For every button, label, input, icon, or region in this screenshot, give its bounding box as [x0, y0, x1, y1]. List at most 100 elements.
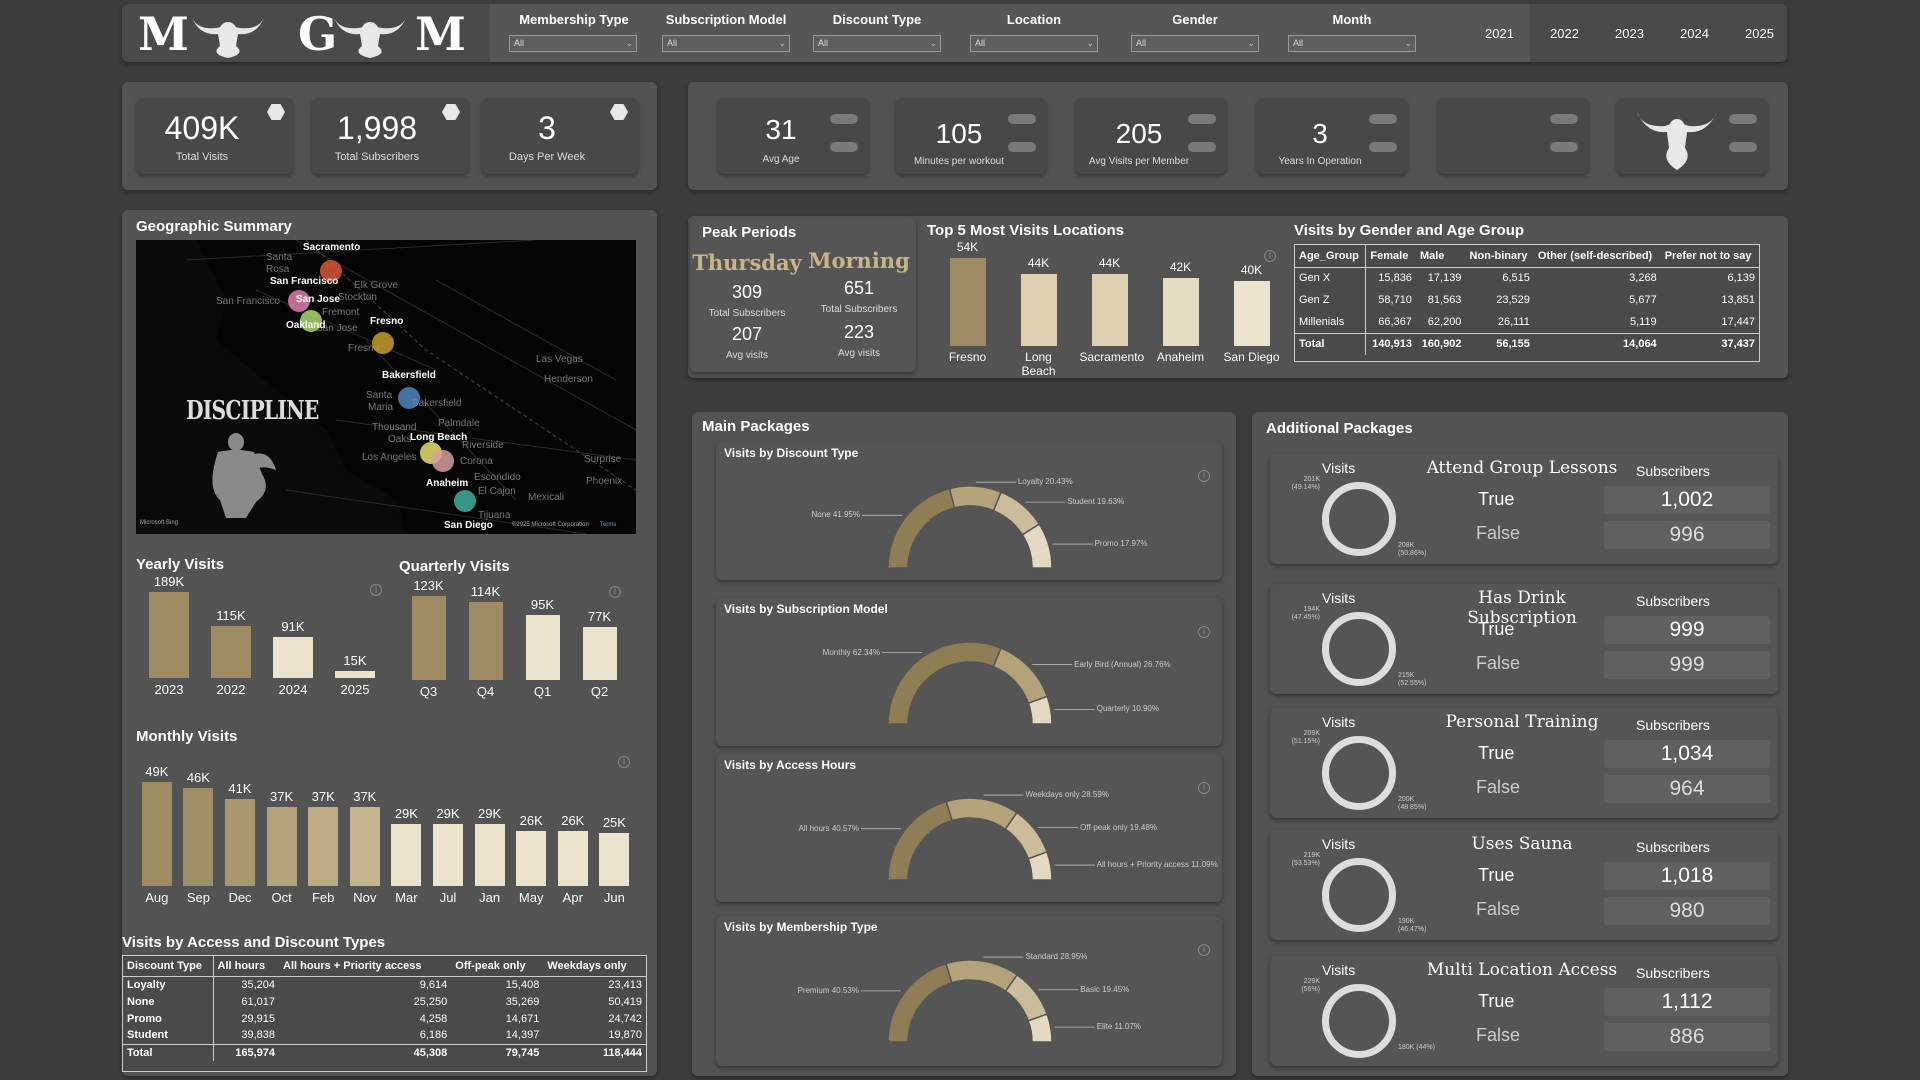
chart-bar[interactable]	[1162, 277, 1199, 346]
bar-data-label: 44K	[1027, 256, 1050, 271]
info-icon[interactable]: i	[1198, 782, 1210, 794]
visits-donut-chart[interactable]	[1322, 482, 1396, 556]
table-cell: 29,915	[241, 1012, 276, 1025]
donut-top-label: 219K (53.53%)	[1291, 852, 1320, 867]
chart-bar[interactable]	[433, 824, 463, 886]
chart-bar[interactable]	[949, 258, 986, 346]
map-point-anaheim[interactable]	[432, 450, 454, 472]
chart-bar[interactable]	[225, 798, 255, 886]
chart-bar[interactable]	[1233, 280, 1270, 346]
filter-dropdown[interactable]: All ⌄	[813, 35, 941, 52]
chart-bar[interactable]	[141, 782, 172, 886]
map-faint-label: Mexicali	[528, 492, 565, 503]
chart-bar[interactable]	[1020, 274, 1057, 346]
chart-bar[interactable]	[273, 636, 313, 678]
kpi-label: Avg Age	[762, 154, 800, 165]
table-cell: 160,902	[1421, 338, 1462, 351]
table-cell: 14,397	[505, 1029, 540, 1042]
bar-data-label: 123K	[413, 578, 444, 593]
peak-day-subs: 309	[731, 282, 763, 302]
table-row: Gen Z 58,710 81,563 23,529 5,677 13,851	[1295, 289, 1759, 311]
geo-map[interactable]: Santa Rosa Elk Grove San Francisco Stock…	[136, 240, 636, 534]
table-cell: 6,186	[419, 1029, 448, 1042]
yearly-title: Yearly Visits	[136, 556, 225, 573]
chevron-down-icon: ⌄	[625, 38, 633, 48]
visits-donut-chart[interactable]	[1322, 612, 1396, 686]
map-faint-label: Riverside	[462, 440, 504, 451]
gauge-card	[716, 598, 1222, 746]
table-cell: 23,529	[1496, 294, 1530, 306]
filter-dropdown[interactable]: All ⌄	[1288, 35, 1416, 52]
info-icon[interactable]: i	[1198, 944, 1210, 956]
logo: M G M	[130, 6, 480, 61]
map-faint-label: Santa	[266, 252, 293, 263]
map-point-bakersfield[interactable]	[398, 387, 420, 409]
gauge-segment-label: Monthly 62.34%	[822, 647, 881, 657]
filter-value: All	[667, 38, 678, 48]
package-title: Uses Sauna	[1471, 834, 1573, 854]
year-button-2021[interactable]: 2021	[1485, 26, 1514, 41]
top5-bar-chart: 54K Fresno 44K Long Beach 44K Sacramento 42K An…	[932, 240, 1282, 378]
filter-dropdown[interactable]: All ⌄	[509, 35, 637, 52]
table-row: None 61,017 25,250 35,269 50,419	[123, 993, 646, 1010]
chart-bar[interactable]	[211, 625, 251, 678]
gender-age-title: Visits by Gender and Age Group	[1294, 222, 1525, 239]
table-row: Loyalty 35,204 9,614 15,408 23,413	[123, 976, 646, 993]
chart-bar[interactable]	[308, 807, 339, 886]
map-point-san-diego[interactable]	[454, 490, 476, 512]
bar-category-label: San Diego	[1223, 350, 1280, 364]
table-cell: 45,308	[413, 1046, 448, 1059]
chart-bar[interactable]	[1091, 274, 1128, 346]
visits-donut-chart[interactable]	[1322, 984, 1396, 1058]
info-icon[interactable]: i	[1198, 470, 1210, 482]
chart-bar[interactable]	[183, 788, 214, 886]
true-label: True	[1478, 619, 1515, 639]
chart-bar[interactable]	[349, 807, 380, 886]
table-cell: 15,408	[505, 978, 540, 991]
map-city-label: Oakland	[286, 320, 326, 331]
chart-bar[interactable]	[525, 615, 560, 680]
filter-value: All	[1293, 38, 1304, 48]
chart-bar[interactable]	[391, 824, 422, 886]
kpi-label: Years In Operation	[1278, 156, 1362, 167]
map-terms-link[interactable]: Terms	[600, 522, 616, 528]
filter-dropdown[interactable]: All ⌄	[1131, 35, 1259, 52]
false-label: False	[1476, 899, 1521, 919]
chevron-down-icon: ⌄	[778, 38, 786, 48]
package-title: Has Drink Subscription	[1467, 588, 1577, 628]
chart-bar[interactable]	[516, 830, 547, 886]
map-faint-label: Escondido	[474, 472, 521, 483]
filter-dropdown[interactable]: All ⌄	[662, 35, 790, 52]
chart-bar[interactable]	[582, 627, 617, 680]
chart-bar[interactable]	[149, 592, 189, 678]
filter-label: Membership Type	[519, 12, 629, 27]
visits-label: Visits	[1322, 590, 1356, 606]
chart-bar[interactable]	[557, 830, 588, 886]
table-header: Age_Group	[1295, 245, 1367, 267]
year-button-2022[interactable]: 2022	[1550, 26, 1579, 41]
table-cell: 39,838	[241, 1029, 276, 1042]
chart-bar[interactable]	[468, 602, 503, 680]
chart-bar[interactable]	[266, 807, 297, 886]
chart-bar[interactable]	[474, 824, 505, 886]
visits-donut-chart[interactable]	[1322, 736, 1396, 810]
header-bar: M G M	[122, 4, 1787, 62]
kpi-value: 409K	[164, 110, 240, 146]
svg-text:M: M	[138, 7, 189, 60]
chart-bar[interactable]	[411, 596, 446, 680]
table-total-row: Total 165,974 45,308 79,745 118,444	[123, 1044, 646, 1061]
year-button-2023[interactable]: 2023	[1615, 26, 1644, 41]
map-point-fresno[interactable]	[372, 332, 394, 354]
table-cell: Gen Z	[1295, 289, 1367, 311]
year-button-2024[interactable]: 2024	[1680, 26, 1709, 41]
chart-bar[interactable]	[599, 832, 630, 886]
year-button-2025[interactable]: 2025	[1745, 26, 1774, 41]
kpi-card-years-in-operation: 3 Years In Operation	[1257, 98, 1407, 174]
false-label: False	[1476, 523, 1521, 543]
gauge-segment-label: Quarterly 10.90%	[1096, 704, 1159, 714]
filter-dropdown[interactable]: All ⌄	[970, 35, 1098, 52]
visits-donut-chart[interactable]	[1322, 858, 1396, 932]
chart-bar[interactable]	[335, 671, 375, 678]
info-icon[interactable]: i	[1198, 626, 1210, 638]
peak-day-subs-label: Total Subscribers	[708, 308, 786, 319]
